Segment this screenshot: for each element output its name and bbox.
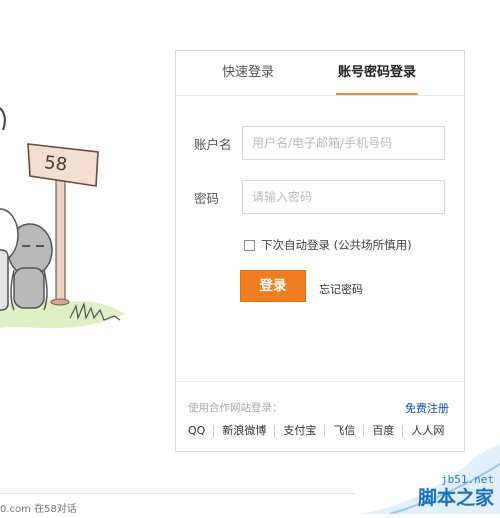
provider-fetion[interactable]: 飞信 xyxy=(324,425,363,437)
footer-text: 0.com 在58对话 xyxy=(0,504,77,515)
auto-login-checkbox[interactable] xyxy=(244,239,255,251)
password-row: 密码 请输入密码 xyxy=(194,180,445,214)
active-tab-indicator xyxy=(336,93,419,95)
login-button[interactable]: 登录 xyxy=(240,270,306,302)
watermark: jb51.net 脚本之家 xyxy=(360,434,500,515)
username-row: 账户名 用户名/电子邮箱/手机号码 xyxy=(194,126,445,160)
provider-alipay[interactable]: 支付宝 xyxy=(274,425,324,437)
sign-text: 58 xyxy=(43,152,68,176)
auto-login: 下次自动登录 (公共场所慎用) xyxy=(244,237,412,253)
username-input[interactable]: 用户名/电子邮箱/手机号码 xyxy=(242,126,445,160)
password-label: 密码 xyxy=(194,190,220,206)
tab-account-login-label: 账号密码登录 xyxy=(338,65,417,80)
forgot-password-link[interactable]: 忘记密码 xyxy=(319,281,363,297)
login-panel: 快速登录 账号密码登录 账户名 用户名/电子邮箱/手机号码 密码 请输入密码 下… xyxy=(175,50,465,452)
tab-quick-login[interactable]: 快速登录 xyxy=(222,51,274,94)
tab-account-login[interactable]: 账号密码登录 xyxy=(336,51,419,95)
password-input[interactable]: 请输入密码 xyxy=(242,180,445,214)
username-label: 账户名 xyxy=(194,136,232,152)
partner-login-label: 使用合作网站登录： xyxy=(188,402,283,414)
register-link[interactable]: 免费注册 xyxy=(405,400,449,416)
footer-divider xyxy=(0,493,355,494)
login-tabs: 快速登录 账号密码登录 xyxy=(176,51,464,96)
provider-weibo[interactable]: 新浪微博 xyxy=(213,425,274,437)
provider-qq[interactable]: QQ xyxy=(188,425,213,437)
watermark-name: 脚本之家 xyxy=(417,487,494,509)
mascot-illustration: 58 xyxy=(0,100,170,350)
auto-login-label: 下次自动登录 (公共场所慎用) xyxy=(261,238,412,252)
